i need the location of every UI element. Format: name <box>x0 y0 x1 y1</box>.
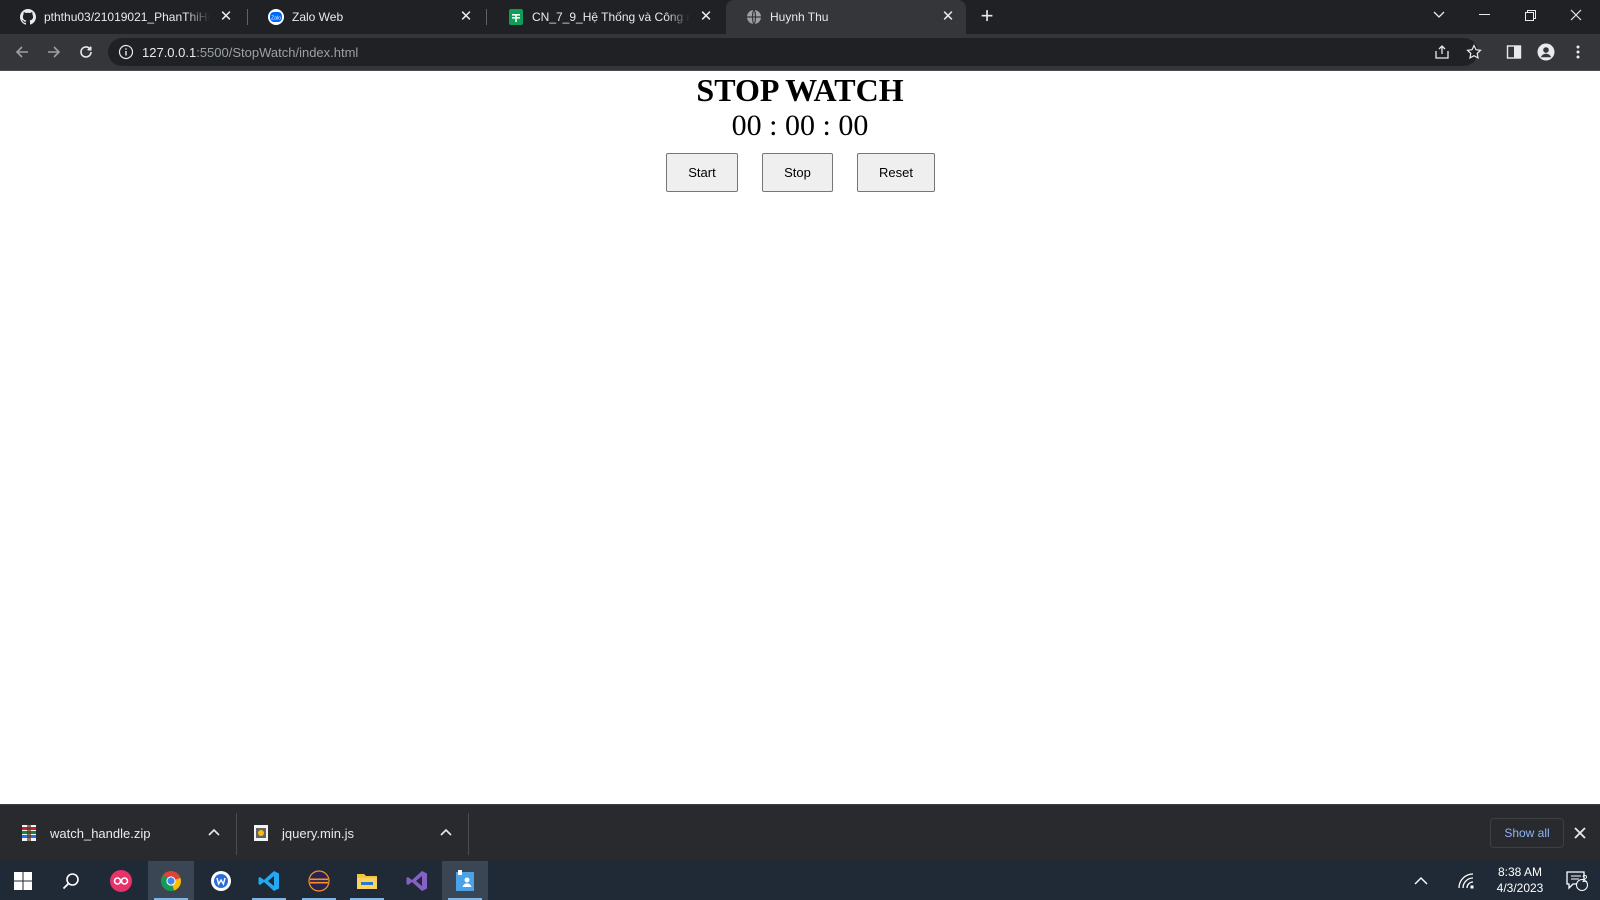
taskbar-eclipse-button[interactable] <box>296 861 342 900</box>
notification-center-button[interactable]: 2 <box>1554 861 1600 900</box>
restore-button[interactable] <box>1507 0 1553 30</box>
time-display: 00 : 00 : 00 <box>731 109 869 142</box>
download-divider <box>236 813 237 855</box>
tab-search-button[interactable] <box>1416 0 1462 30</box>
minimize-icon <box>1478 14 1490 15</box>
profile-icon <box>1537 43 1555 61</box>
vscode-icon <box>258 870 279 891</box>
file-explorer-icon <box>357 873 377 889</box>
globe-icon <box>746 9 762 25</box>
side-panel-icon <box>1506 45 1522 59</box>
back-button[interactable] <box>10 40 34 64</box>
share-icon <box>1435 45 1449 59</box>
chevron-down-icon <box>1433 11 1445 18</box>
taskbar-search-button[interactable] <box>48 861 94 900</box>
taskbar-app-button[interactable] <box>198 861 244 900</box>
download-filename: watch_handle.zip <box>50 825 151 841</box>
reload-button[interactable] <box>74 40 98 64</box>
info-icon[interactable] <box>118 44 134 60</box>
taskbar-app-button[interactable] <box>442 861 488 900</box>
download-divider <box>468 813 469 855</box>
chevron-up-icon <box>1414 876 1428 884</box>
stop-button[interactable]: Stop <box>762 153 833 192</box>
tab-github[interactable]: pththu03/21019021_PhanThiHuynhThu ✕ <box>0 0 244 34</box>
arrow-right-icon <box>48 46 61 58</box>
close-window-button[interactable] <box>1553 0 1599 30</box>
tab-title: Huynh Thu <box>770 10 829 24</box>
forward-button[interactable] <box>42 40 66 64</box>
download-item[interactable]: jquery.min.js <box>252 805 464 861</box>
star-icon <box>1466 44 1482 60</box>
bookmark-button[interactable] <box>1464 42 1484 62</box>
visual-studio-icon <box>406 870 427 891</box>
chevron-up-icon[interactable] <box>206 825 222 841</box>
tab-title: CN_7_9_Hệ Thống và Công nghệ <box>532 10 690 24</box>
tab-active-huynh-thu[interactable]: Huynh Thu ✕ <box>726 0 966 34</box>
url-path: :5500/StopWatch/index.html <box>196 44 359 60</box>
show-all-button[interactable]: Show all <box>1490 818 1564 848</box>
tab-divider <box>486 9 487 25</box>
close-icon[interactable] <box>1572 825 1588 841</box>
tab-sheets[interactable]: CN_7_9_Hệ Thống và Công nghệ ✕ <box>488 0 724 34</box>
taskbar-vscode-button[interactable] <box>246 861 292 900</box>
show-hidden-icons-button[interactable] <box>1398 861 1444 900</box>
reset-button[interactable]: Reset <box>857 153 935 192</box>
svg-text:Zalo: Zalo <box>271 16 281 22</box>
windows-start-icon <box>14 871 32 890</box>
tab-title: Zalo Web <box>292 10 344 24</box>
page-title: STOP WATCH <box>696 72 904 108</box>
reload-icon <box>80 46 92 58</box>
google-sheets-icon <box>508 9 524 25</box>
chevron-up-icon[interactable] <box>438 825 454 841</box>
minimize-button[interactable] <box>1461 0 1507 30</box>
close-tab-icon[interactable]: ✕ <box>698 9 714 25</box>
restore-icon <box>1524 9 1536 21</box>
download-filename: jquery.min.js <box>282 825 355 841</box>
archive-file-icon <box>22 825 36 841</box>
browser-toolbar: 127.0.0.1:5500/StopWatch/index.html <box>0 34 1600 71</box>
button-row: Start Stop Reset <box>0 153 1600 193</box>
chrome-icon <box>161 870 181 891</box>
zalo-icon: Zalo <box>268 9 284 25</box>
profile-button[interactable] <box>1536 42 1556 62</box>
taskbar-chrome-button[interactable] <box>148 861 194 900</box>
close-tab-icon[interactable]: ✕ <box>458 9 474 25</box>
tab-strip: pththu03/21019021_PhanThiHuynhThu ✕ Zalo… <box>0 0 1600 34</box>
start-button[interactable]: Start <box>666 153 738 192</box>
search-icon <box>62 872 79 889</box>
taskbar-visual-studio-button[interactable] <box>394 861 440 900</box>
download-shelf: watch_handle.zip jquery.min.js Show all <box>0 804 1600 861</box>
close-icon <box>1570 9 1582 21</box>
close-tab-icon[interactable]: ✕ <box>940 9 956 25</box>
notification-count: 2 <box>1582 874 1588 885</box>
kebab-menu-icon <box>1576 45 1580 59</box>
arrow-left-icon <box>15 46 28 58</box>
eclipse-icon <box>308 869 330 892</box>
new-tab-button[interactable]: + <box>976 5 998 28</box>
share-button[interactable] <box>1432 42 1452 62</box>
start-button[interactable] <box>0 861 46 900</box>
app-icon <box>110 869 132 892</box>
address-bar[interactable]: 127.0.0.1:5500/StopWatch/index.html <box>108 38 1478 66</box>
page-content: STOP WATCH 00 : 00 : 00 Start Stop Reset <box>0 71 1600 804</box>
app-icon <box>456 869 474 891</box>
url-text: 127.0.0.1:5500/StopWatch/index.html <box>142 45 358 60</box>
taskbar-app-button[interactable] <box>98 861 144 900</box>
side-panel-button[interactable] <box>1504 42 1524 62</box>
script-file-icon <box>254 825 268 841</box>
url-host: 127.0.0.1 <box>142 44 197 60</box>
taskbar-file-explorer-button[interactable] <box>344 861 390 900</box>
windows-taskbar: 8:38 AM 4/3/2023 2 <box>0 861 1600 900</box>
tab-title: pththu03/21019021_PhanThiHuynhThu <box>44 10 210 24</box>
github-icon <box>20 9 36 25</box>
menu-button[interactable] <box>1568 42 1588 62</box>
tab-zalo[interactable]: Zalo Zalo Web ✕ <box>248 0 484 34</box>
download-item[interactable]: watch_handle.zip <box>20 805 232 861</box>
app-icon <box>211 870 231 891</box>
close-tab-icon[interactable]: ✕ <box>218 9 234 25</box>
